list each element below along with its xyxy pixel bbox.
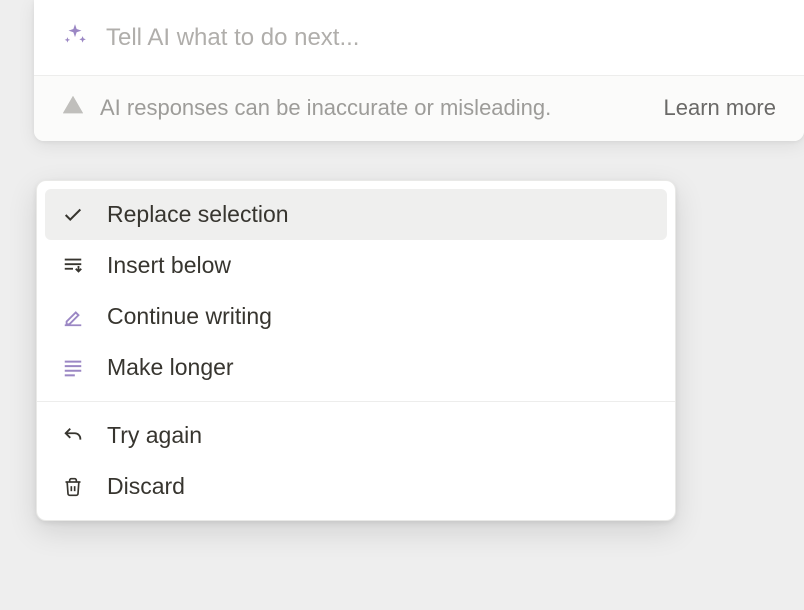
lines-icon [61,356,85,380]
menu-item-try-again[interactable]: Try again [45,410,667,461]
disclaimer-row: AI responses can be inaccurate or mislea… [34,75,804,141]
trash-icon [61,475,85,499]
menu-item-discard[interactable]: Discard [45,461,667,512]
menu-item-make-longer[interactable]: Make longer [45,342,667,393]
menu-item-replace-selection[interactable]: Replace selection [45,189,667,240]
ai-panel: AI responses can be inaccurate or mislea… [34,0,804,141]
insert-below-icon [61,254,85,278]
menu-item-continue-writing[interactable]: Continue writing [45,291,667,342]
disclaimer-text: AI responses can be inaccurate or mislea… [100,95,551,121]
warning-icon [62,94,84,121]
pencil-icon [61,305,85,329]
learn-more-link[interactable]: Learn more [663,95,776,121]
ai-actions-menu: Replace selection Insert below Continue … [36,180,676,521]
menu-item-label: Make longer [107,354,234,381]
ai-input-row [34,0,804,75]
menu-item-label: Discard [107,473,185,500]
menu-item-label: Try again [107,422,202,449]
menu-item-insert-below[interactable]: Insert below [45,240,667,291]
menu-item-label: Continue writing [107,303,272,330]
menu-item-label: Insert below [107,252,231,279]
ai-prompt-input[interactable] [106,24,776,52]
sparkle-icon [62,22,88,53]
check-icon [61,203,85,227]
undo-icon [61,424,85,448]
menu-item-label: Replace selection [107,201,289,228]
menu-divider [37,401,675,402]
